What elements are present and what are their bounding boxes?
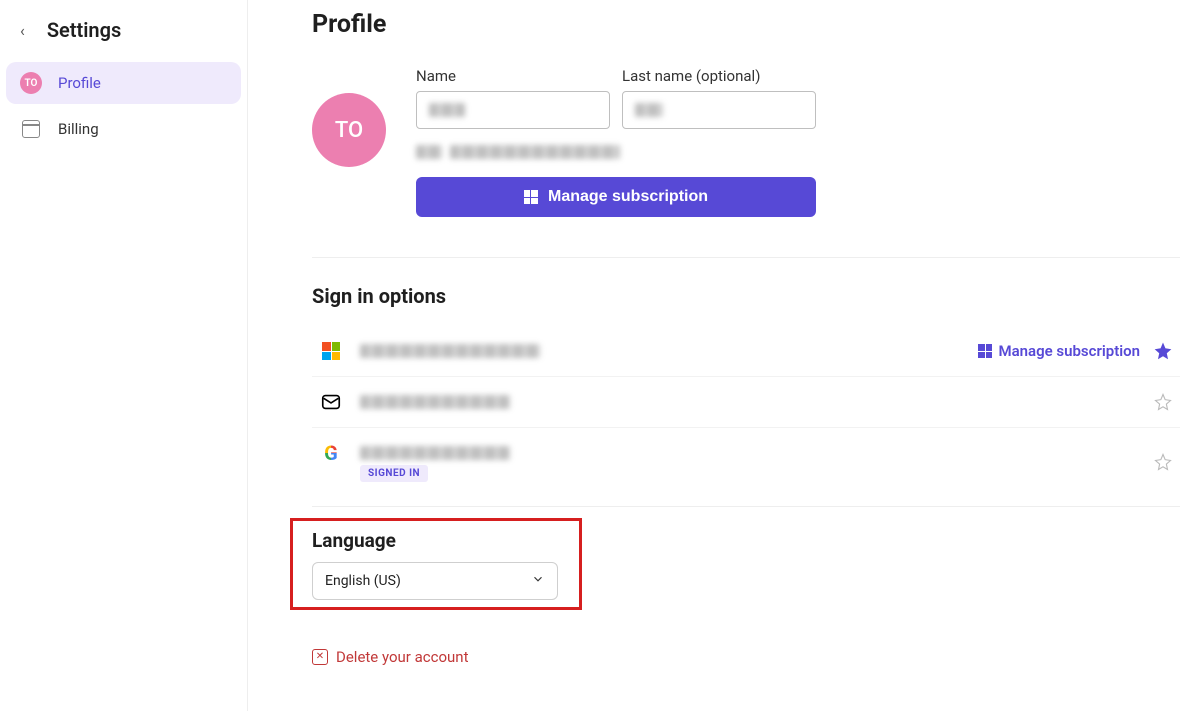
profile-email-line <box>416 145 816 159</box>
windows-icon <box>978 344 992 358</box>
avatar-large: TO <box>312 93 386 167</box>
avatar-icon: TO <box>20 72 42 94</box>
language-selected-value: English (US) <box>325 573 401 589</box>
signin-row-google: G SIGNED IN <box>312 428 1180 496</box>
signin-row-email <box>312 377 1180 428</box>
microsoft-icon <box>320 340 342 362</box>
chevron-down-icon <box>531 572 545 590</box>
signin-row-microsoft: Manage subscription <box>312 326 1180 377</box>
delete-account-section: ✕ Delete your account <box>312 648 1180 666</box>
signin-options-section: Sign in options Manage subscription <box>312 257 1180 496</box>
profile-fields: Name Last name (optional) Mana <box>416 67 816 217</box>
delete-account-label: Delete your account <box>336 648 468 666</box>
sidebar-item-label: Profile <box>58 74 101 92</box>
signed-in-badge: SIGNED IN <box>360 465 428 482</box>
lastname-label: Last name (optional) <box>622 67 816 85</box>
manage-subscription-button[interactable]: Manage subscription <box>416 177 816 217</box>
signin-email-redacted <box>360 395 510 409</box>
profile-row: TO Name Last name (optional) <box>312 67 1180 217</box>
star-icon[interactable] <box>1154 453 1172 471</box>
language-section: Language English (US) <box>312 506 1180 600</box>
manage-subscription-label: Manage subscription <box>548 188 708 206</box>
back-chevron-icon[interactable]: ‹ <box>14 19 31 42</box>
signin-email-redacted <box>360 344 540 358</box>
page-title: Profile <box>312 10 1180 39</box>
main-content: Profile TO Name Last name (optional) <box>248 0 1200 711</box>
star-icon[interactable] <box>1154 393 1172 411</box>
delete-icon: ✕ <box>312 649 328 665</box>
windows-icon <box>524 190 538 204</box>
signin-options-title: Sign in options <box>312 284 1180 308</box>
sidebar-nav: TO Profile Billing <box>0 62 247 150</box>
language-title: Language <box>312 529 1180 552</box>
sidebar-item-label: Billing <box>58 120 99 138</box>
settings-sidebar: ‹ Settings TO Profile Billing <box>0 0 248 711</box>
name-label: Name <box>416 67 610 85</box>
name-input[interactable] <box>416 91 610 129</box>
mail-icon <box>320 391 342 413</box>
billing-icon <box>20 118 42 140</box>
sidebar-item-billing[interactable]: Billing <box>6 108 241 150</box>
manage-subscription-link[interactable]: Manage subscription <box>978 342 1140 360</box>
language-select[interactable]: English (US) <box>312 562 558 600</box>
lastname-input[interactable] <box>622 91 816 129</box>
delete-account-link[interactable]: ✕ Delete your account <box>312 648 1180 666</box>
sidebar-item-profile[interactable]: TO Profile <box>6 62 241 104</box>
google-icon: G <box>320 442 342 464</box>
star-icon[interactable] <box>1154 342 1172 360</box>
sidebar-title: Settings <box>47 18 121 42</box>
signin-email-redacted <box>360 446 510 460</box>
sidebar-header: ‹ Settings <box>0 10 247 62</box>
